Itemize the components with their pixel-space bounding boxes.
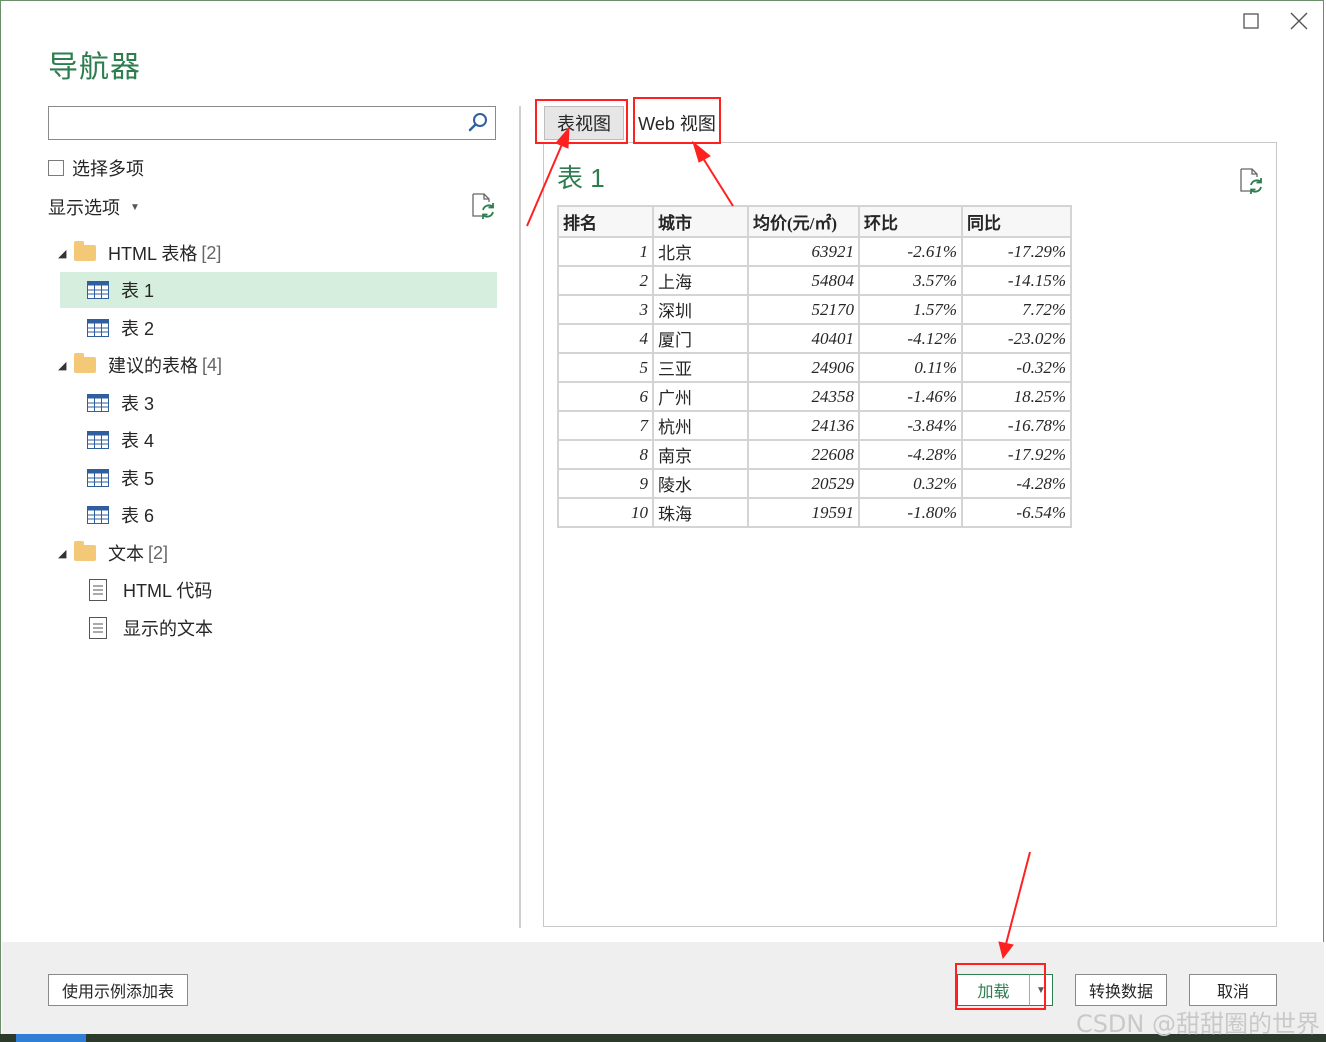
annotation-arrows <box>526 126 1031 960</box>
